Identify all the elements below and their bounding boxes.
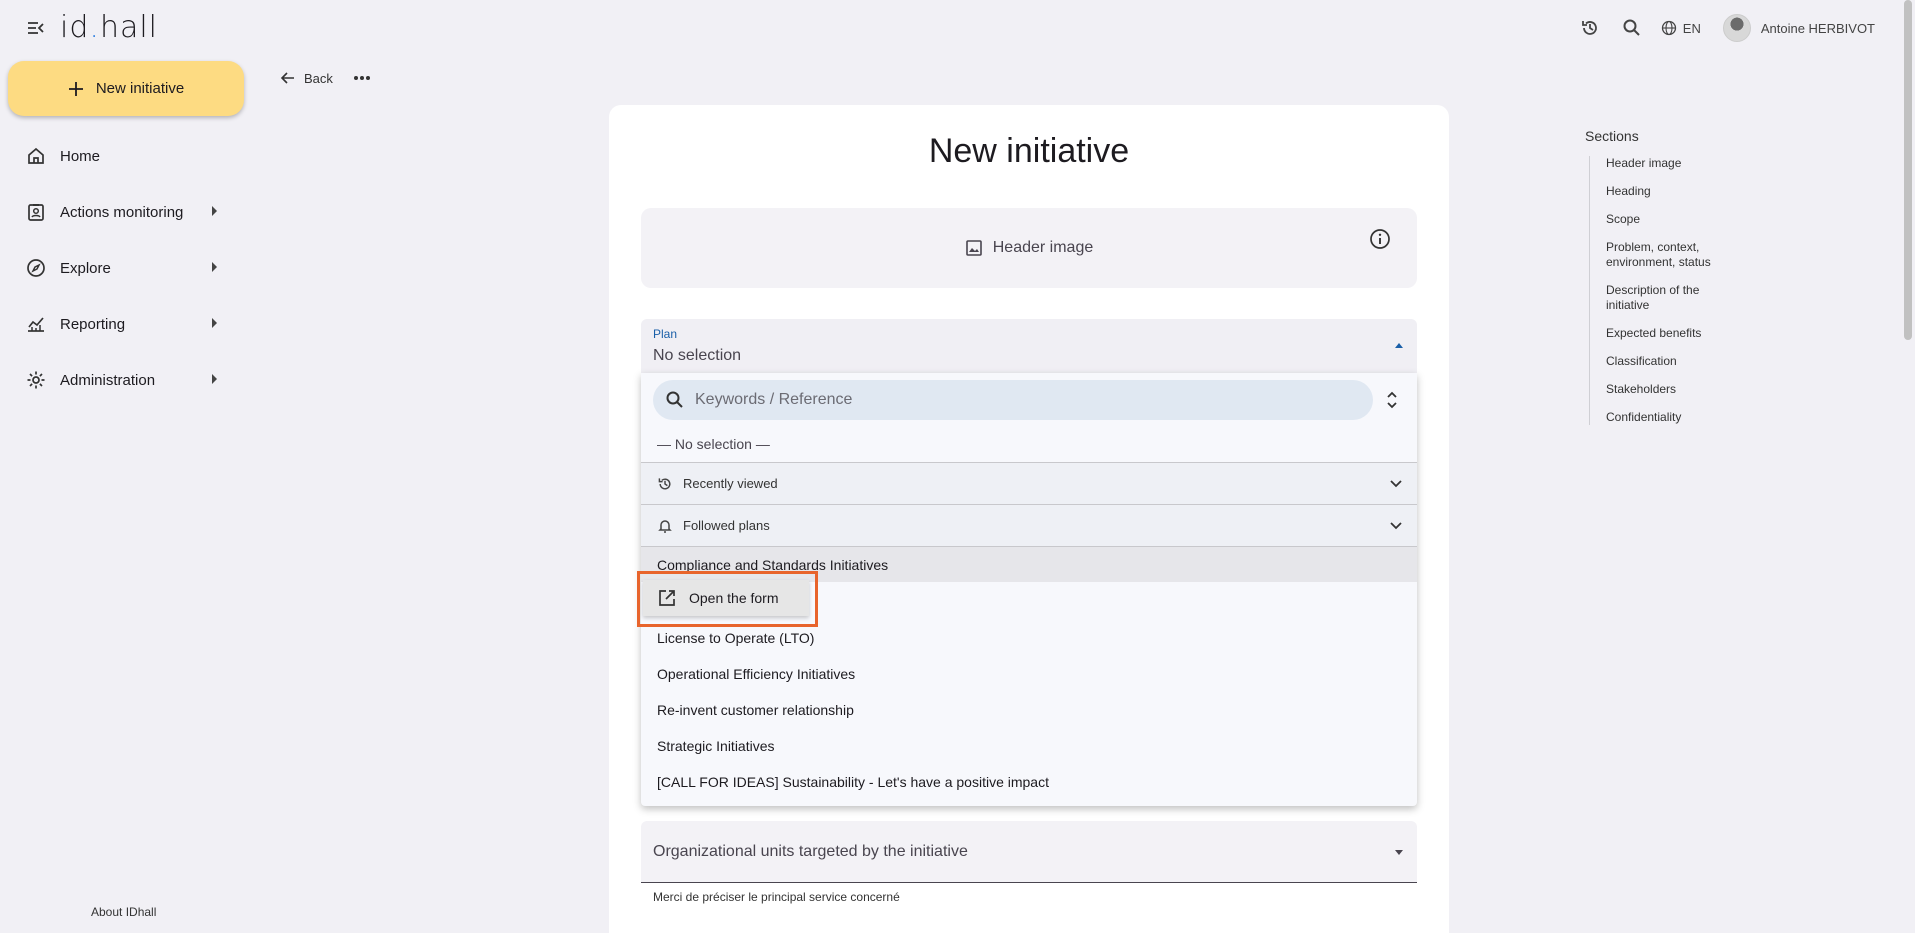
recently-viewed-label: Recently viewed [683,476,778,491]
back-label: Back [304,70,333,86]
sidebar-item-reporting[interactable]: Reporting [0,296,236,352]
new-initiative-label: New initiative [95,80,185,97]
sections-title: Sections [1585,128,1639,144]
sections-list: Header image Heading Scope Problem, cont… [1589,156,1785,425]
plan-option[interactable]: [CALL FOR IDEAS] Sustainability - Let's … [641,764,1417,800]
search-icon [666,391,683,408]
back-button[interactable]: Back [280,70,333,86]
caret-down-icon[interactable] [1395,850,1403,855]
sidebar-item-home[interactable]: Home [0,128,236,184]
toc-item[interactable]: Stakeholders [1606,382,1736,397]
toc-item[interactable]: Expected benefits [1606,326,1736,341]
org-units-select[interactable]: Organizational units targeted by the ini… [641,821,1417,883]
followed-plans-section[interactable]: Followed plans [641,504,1417,546]
image-icon [965,240,982,256]
about-link[interactable]: About IDhall [91,905,156,919]
caret-right-icon[interactable] [212,318,217,328]
org-units-hint: Merci de préciser le principal service c… [653,890,900,904]
caret-right-icon[interactable] [212,206,217,216]
info-icon[interactable] [1369,228,1391,250]
gear-icon [24,368,48,392]
followed-plans-label: Followed plans [683,518,770,533]
toc-item[interactable]: Classification [1606,354,1736,369]
dropdown-search-input[interactable] [695,391,1335,409]
toc-item[interactable]: Scope [1606,212,1736,227]
chart-icon [24,312,48,336]
plan-option[interactable]: Strategic Initiatives [641,728,1417,764]
sidebar-item-label: Explore [60,259,111,277]
plan-select[interactable]: Plan No selection [641,319,1417,377]
arrow-left-icon [280,72,294,84]
globe-icon [1661,20,1676,36]
plan-label: Plan [653,327,678,341]
app-logo[interactable]: id.hall [60,10,158,45]
search-icon[interactable] [1619,15,1645,41]
plan-value: No selection [653,347,742,364]
toc-item[interactable]: Confidentiality [1606,410,1736,425]
menu-collapse-icon[interactable] [26,18,46,38]
dropdown-search-box[interactable] [653,380,1373,420]
compass-icon [24,256,48,280]
org-units-label: Organizational units targeted by the ini… [653,843,968,860]
clipboard-person-icon [24,200,48,224]
sidebar-nav: Home Actions monitoring Explore Reportin… [0,128,236,408]
sidebar-item-label: Reporting [60,315,126,333]
chevron-down-icon[interactable] [1389,519,1403,533]
page-title: New initiative [928,132,1130,170]
top-bar: id.hall EN Antoine HERBIVOT [0,0,1915,56]
sidebar-item-label: Home [60,147,101,165]
caret-right-icon[interactable] [212,374,217,384]
toc-item[interactable]: Problem, context, environment, status [1606,240,1736,270]
plan-option[interactable]: Compliance and Standards Initiatives [641,546,1417,582]
user-name: Antoine HERBIVOT [1760,20,1875,36]
sidebar-item-explore[interactable]: Explore [0,240,236,296]
sidebar-item-label: Administration [60,371,156,389]
chevron-down-icon[interactable] [1389,477,1403,491]
no-selection-option[interactable]: — No selection — [657,436,770,452]
sidebar-item-actions-monitoring[interactable]: Actions monitoring [0,184,236,240]
recently-viewed-section[interactable]: Recently viewed [641,462,1417,504]
sidebar-item-label: Actions monitoring [60,203,184,221]
history-icon[interactable] [1577,15,1603,41]
plus-icon [68,81,83,96]
caret-up-icon[interactable] [1395,343,1403,348]
caret-right-icon[interactable] [212,262,217,272]
toc-item[interactable]: Header image [1606,156,1736,171]
page-toolbar: Back [280,70,371,86]
user-menu[interactable]: Antoine HERBIVOT [1722,14,1875,42]
open-form-menu-item[interactable]: Open the form [643,580,809,616]
more-options-icon[interactable] [353,75,371,81]
new-initiative-button[interactable]: New initiative [8,61,244,116]
toc-item[interactable]: Description of the initiative [1606,283,1736,313]
open-form-label: Open the form [689,590,779,606]
header-image-upload[interactable]: Header image [641,208,1417,288]
sections-toc: Sections Header image Heading Scope Prob… [1585,128,1785,438]
history-icon [658,477,671,489]
home-icon [24,144,48,168]
expand-collapse-icon[interactable] [1385,389,1399,411]
dropdown-search-row [641,373,1417,429]
page-scrollbar[interactable] [1904,0,1912,340]
plan-option[interactable]: Re-invent customer relationship [641,692,1417,728]
bell-icon [658,519,672,533]
sidebar-item-administration[interactable]: Administration [0,352,236,408]
plan-option[interactable]: License to Operate (LTO) [641,620,1417,656]
open-external-icon [659,590,675,606]
header-image-label: Header image [992,239,1094,256]
avatar [1722,14,1751,42]
toc-item[interactable]: Heading [1606,184,1736,199]
plan-option[interactable]: Operational Efficiency Initiatives [641,656,1417,692]
language-selector[interactable]: EN [1661,20,1701,36]
language-label: EN [1682,20,1701,36]
